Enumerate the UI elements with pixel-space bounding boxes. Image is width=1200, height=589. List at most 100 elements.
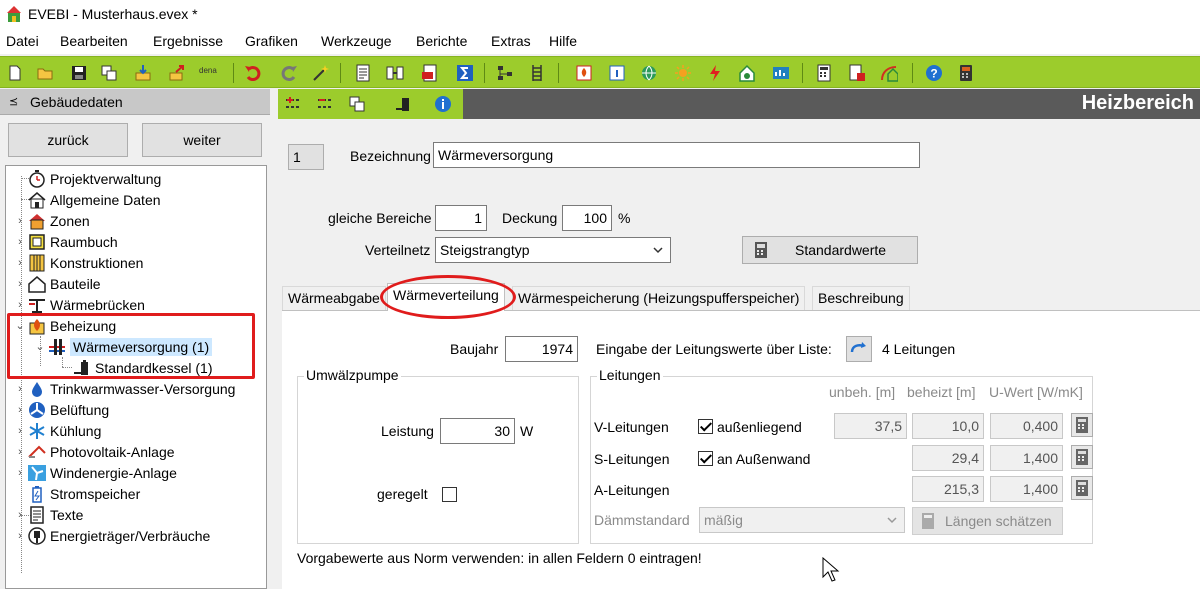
copy-icon[interactable] bbox=[100, 64, 118, 82]
import-icon[interactable] bbox=[134, 64, 152, 82]
menu-ergebnisse[interactable]: Ergebnisse bbox=[153, 33, 223, 49]
tree-item-windenergie[interactable]: › Windenergie-Anlage bbox=[13, 462, 177, 483]
menu-berichte[interactable]: Berichte bbox=[416, 33, 467, 49]
menu-datei[interactable]: Datei bbox=[6, 33, 39, 49]
help-icon[interactable]: ? bbox=[925, 64, 943, 82]
boiler-tool-icon[interactable] bbox=[394, 95, 412, 113]
tab-waermespeicherung[interactable]: Wärmespeicherung (Heizungspufferspeicher… bbox=[512, 286, 806, 310]
network-icon[interactable] bbox=[496, 64, 514, 82]
standardwerte-button[interactable]: Standardwerte bbox=[742, 236, 918, 264]
remove-row-icon[interactable] bbox=[316, 95, 334, 113]
tree-item-raumbuch[interactable]: › Raumbuch bbox=[13, 231, 118, 252]
daemmstandard-select[interactable]: mäßig bbox=[699, 507, 905, 533]
back-button[interactable]: zurück bbox=[8, 123, 128, 157]
tree-item-label: Energieträger/Verbräuche bbox=[50, 527, 211, 544]
s-beheizt-input[interactable]: 29,4 bbox=[912, 445, 984, 471]
a-beheizt-input[interactable]: 215,3 bbox=[912, 476, 984, 502]
menu-grafiken[interactable]: Grafiken bbox=[245, 33, 298, 49]
tree-item-trinkwarmwasser[interactable]: › Trinkwarmwasser-Versorgung bbox=[13, 378, 235, 399]
chevron-right-icon[interactable]: › bbox=[13, 530, 27, 542]
menu-werkzeuge[interactable]: Werkzeuge bbox=[321, 33, 392, 49]
s-uwert-input[interactable]: 1,400 bbox=[990, 445, 1063, 471]
dena-label[interactable]: dena bbox=[199, 66, 217, 75]
save-icon[interactable] bbox=[70, 64, 88, 82]
menu-hilfe[interactable]: Hilfe bbox=[549, 33, 577, 49]
chevron-right-icon[interactable]: › bbox=[13, 236, 27, 248]
eco-house-icon[interactable] bbox=[738, 64, 756, 82]
magic-wand-icon[interactable] bbox=[312, 64, 330, 82]
panel-header[interactable]: ⪯ Gebäudedaten bbox=[0, 89, 270, 115]
chevron-right-icon[interactable]: › bbox=[13, 404, 27, 416]
tree-item-projektverwaltung[interactable]: Projektverwaltung bbox=[13, 168, 161, 189]
v-uwert-input[interactable]: 0,400 bbox=[990, 413, 1063, 439]
pdf-icon[interactable] bbox=[421, 64, 439, 82]
an-aussenwand-checkbox[interactable] bbox=[698, 451, 713, 466]
geregelt-checkbox[interactable] bbox=[442, 487, 457, 502]
fire-icon[interactable] bbox=[575, 64, 593, 82]
duplicate-icon[interactable] bbox=[348, 95, 366, 113]
tree-item-texte[interactable]: › Texte bbox=[13, 504, 83, 525]
globe-icon[interactable] bbox=[640, 64, 658, 82]
next-button[interactable]: weiter bbox=[142, 123, 262, 157]
leitungsliste-button[interactable] bbox=[846, 336, 872, 362]
tab-waermeabgabe[interactable]: Wärmeabgabe bbox=[282, 286, 386, 310]
ladder-icon[interactable] bbox=[528, 64, 546, 82]
tree-item-bauteile[interactable]: › Bauteile bbox=[13, 273, 101, 294]
chevron-right-icon[interactable]: › bbox=[13, 425, 27, 437]
tree-item-belueftung[interactable]: › Belüftung bbox=[13, 399, 109, 420]
tree-item-konstruktionen[interactable]: › Konstruktionen bbox=[13, 252, 143, 273]
bezeichnung-input[interactable]: Wärmeversorgung bbox=[433, 142, 920, 168]
chevron-right-icon[interactable]: › bbox=[13, 383, 27, 395]
a-calc-button[interactable] bbox=[1071, 476, 1093, 500]
calculator-list-icon[interactable] bbox=[815, 64, 833, 82]
tab-beschreibung[interactable]: Beschreibung bbox=[812, 286, 910, 310]
sun-icon[interactable] bbox=[674, 64, 692, 82]
a-uwert-input[interactable]: 1,400 bbox=[990, 476, 1063, 502]
info-icon[interactable] bbox=[434, 95, 452, 113]
chevron-right-icon[interactable]: › bbox=[13, 215, 27, 227]
calculator-icon[interactable] bbox=[957, 64, 975, 82]
chevron-right-icon[interactable]: › bbox=[13, 257, 27, 269]
v-calc-button[interactable] bbox=[1071, 413, 1093, 437]
compare-icon[interactable] bbox=[386, 64, 404, 82]
lightning-icon[interactable] bbox=[706, 64, 724, 82]
add-row-icon[interactable] bbox=[284, 95, 302, 113]
export-icon[interactable] bbox=[168, 64, 186, 82]
verteilnetz-select[interactable]: Steigstrangtyp bbox=[435, 237, 671, 263]
aussenliegend-checkbox[interactable] bbox=[698, 419, 713, 434]
chevron-right-icon[interactable]: › bbox=[13, 278, 27, 290]
chevron-right-icon[interactable]: › bbox=[13, 299, 27, 311]
tree-item-kuehlung[interactable]: › Kühlung bbox=[13, 420, 101, 441]
col-unbeh-header: unbeh. [m] bbox=[829, 384, 896, 400]
tree-item-energietraeger[interactable]: › Energieträger/Verbräuche bbox=[13, 525, 210, 546]
leistung-input[interactable]: 30 bbox=[440, 418, 515, 444]
chart-box-icon[interactable] bbox=[772, 64, 790, 82]
chevron-right-icon[interactable]: › bbox=[13, 467, 27, 479]
new-file-icon[interactable] bbox=[6, 64, 24, 82]
info-box-icon[interactable] bbox=[608, 64, 626, 82]
sum-icon[interactable] bbox=[456, 64, 474, 82]
tree-item-photovoltaik[interactable]: › Photovoltaik-Anlage bbox=[13, 441, 174, 462]
menu-extras[interactable]: Extras bbox=[491, 33, 531, 49]
v-beheizt-input[interactable]: 10,0 bbox=[912, 413, 984, 439]
tree-item-stromspeicher[interactable]: Stromspeicher bbox=[13, 483, 140, 504]
document-red-icon[interactable] bbox=[848, 64, 866, 82]
s-calc-button[interactable] bbox=[1071, 445, 1093, 469]
open-folder-icon[interactable] bbox=[36, 64, 54, 82]
gleiche-bereiche-input[interactable]: 1 bbox=[435, 205, 487, 231]
redo-icon[interactable] bbox=[280, 64, 298, 82]
chevron-right-icon[interactable]: › bbox=[13, 446, 27, 458]
house-curve-icon[interactable] bbox=[880, 64, 898, 82]
menu-bearbeiten[interactable]: Bearbeiten bbox=[60, 33, 128, 49]
baujahr-input[interactable]: 1974 bbox=[505, 336, 578, 362]
undo-icon[interactable] bbox=[244, 64, 262, 82]
chevron-right-icon[interactable]: › bbox=[13, 509, 27, 521]
report-icon[interactable] bbox=[354, 64, 372, 82]
laengen-schaetzen-button[interactable]: Längen schätzen bbox=[912, 507, 1063, 535]
tree-item-allgemeine-daten[interactable]: Allgemeine Daten bbox=[13, 189, 161, 210]
deckung-input[interactable]: 100 bbox=[562, 205, 612, 231]
tree-item-waermebruecken[interactable]: › Wärmebrücken bbox=[13, 294, 145, 315]
double-chevron-down-icon[interactable]: ⪯ bbox=[9, 95, 18, 108]
v-unbeh-input[interactable]: 37,5 bbox=[834, 413, 907, 439]
tree-item-zonen[interactable]: › Zonen bbox=[13, 210, 90, 231]
